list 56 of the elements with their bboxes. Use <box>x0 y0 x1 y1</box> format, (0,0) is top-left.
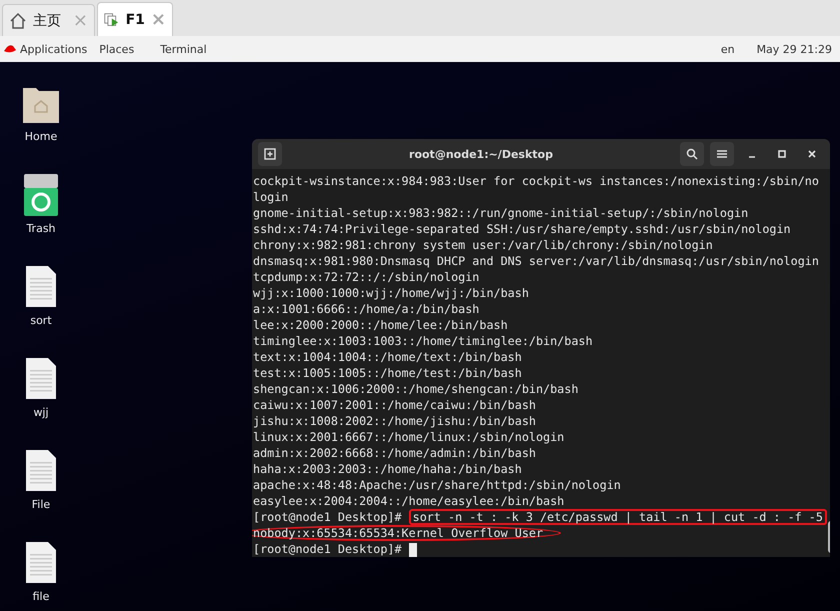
terminal-line: caiwu:x:1007:2001::/home/caiwu:/bin/bash <box>253 397 536 413</box>
hat-logo-icon <box>4 45 16 53</box>
maximize-icon <box>778 150 786 158</box>
terminal-line: test:x:1005:1005::/home/test:/bin/bash <box>253 365 522 381</box>
terminal-line: haha:x:2003:2003::/home/haha:/bin/bash <box>253 461 522 477</box>
shell-prompt: [root@node1 Desktop]# <box>253 542 402 556</box>
text-file-icon <box>25 357 57 400</box>
terminal-line: login <box>253 189 288 205</box>
window-title: root@node1:~/Desktop <box>408 148 554 160</box>
command-output: nobody:x:65534:65534:Kernel Overflow User <box>252 525 562 541</box>
terminal-line: linux:x:2001:6667::/home/linux:/sbin/nologin <box>253 429 564 445</box>
terminal-line: chrony:x:982:981:chrony system user:/var/lib/chrony:/sbin/nologin <box>253 237 713 253</box>
terminal-line: wjj:x:1000:1000:wjj:/home/wjj:/bin/bash <box>253 285 529 301</box>
terminal-line: cockpit-wsinstance:x:984:983:User for cockpit-ws instances:/nonexisting:/sbin/no <box>253 173 819 189</box>
text-file-icon <box>25 265 57 308</box>
terminal-line: lee:x:2000:2000::/home/lee:/bin/bash <box>253 317 508 333</box>
close-icon <box>808 150 816 158</box>
terminal-line: shengcan:x:1006:2000::/home/shengcan:/bin/bash <box>253 381 578 397</box>
new-tab-icon <box>264 148 276 160</box>
text-cursor <box>408 542 417 557</box>
text-file-icon <box>25 541 57 584</box>
menu-icon <box>717 149 727 159</box>
desktop-icon-label[interactable]: Trash <box>26 222 56 235</box>
menu-item[interactable]: Applications <box>20 42 88 56</box>
browser-tab[interactable]: 主页 × <box>2 4 95 36</box>
desktop-icon-label[interactable]: Home <box>24 130 58 143</box>
desktop-icon-label[interactable]: File <box>32 498 50 511</box>
shell-prompt: [root@node1 Desktop]# <box>253 510 402 524</box>
terminal-line: text:x:1004:1004::/home/text:/bin/bash <box>253 349 522 365</box>
command-text: sort -n -t : -k 3 /etc/passwd | tail -n 1 | cut -d : -f -5 <box>408 509 827 525</box>
desktop-icon-label[interactable]: wjj <box>33 406 49 419</box>
terminal-line: timinglee:x:1003:1003::/home/timinglee:/bin/bash <box>253 333 593 349</box>
text-file-icon <box>25 449 57 492</box>
menu-item[interactable]: Terminal <box>160 42 207 56</box>
language-indicator[interactable]: en <box>720 42 735 56</box>
desktop-icon-label[interactable]: sort <box>30 314 52 327</box>
browser-tab[interactable]: F1 × <box>97 2 173 36</box>
home-icon <box>9 12 27 30</box>
menu-button[interactable] <box>710 142 734 166</box>
clock[interactable]: May 29 21:29 <box>756 42 832 56</box>
new-tab-button[interactable] <box>258 142 282 166</box>
menu-item[interactable]: Places <box>99 42 134 56</box>
desktop-icon-label[interactable]: file <box>32 590 50 603</box>
search-button[interactable] <box>680 142 704 166</box>
terminal-line: a:x:1001:6666::/home/a:/bin/bash <box>253 301 480 317</box>
terminal-line: sshd:x:74:74:Privilege-separated SSH:/usr/share/empty.sshd:/usr/sbin/nologin <box>253 221 791 237</box>
search-icon <box>686 148 698 160</box>
terminal-line: dnsmasq:x:981:980:Dnsmasq DHCP and DNS server:/var/lib/dnsmasq:/usr/sbin/nologin <box>253 253 819 269</box>
terminal-line: apache:x:48:48:Apache:/usr/share/httpd:/sbin/nologin <box>253 477 621 493</box>
terminal-line: gnome-initial-setup:x:983:982::/run/gnome-initial-setup/:/sbin/nologin <box>253 205 748 221</box>
terminal-line: jishu:x:1008:2002::/home/jishu:/bin/bash <box>253 413 536 429</box>
terminal-line: tcpdump:x:72:72::/:/sbin/nologin <box>253 269 480 285</box>
console-icon <box>104 10 120 28</box>
terminal-line: easylee:x:2004:2004::/home/easylee:/bin/bash <box>253 493 564 509</box>
recycle-bin-icon <box>24 174 58 216</box>
terminal-line: admin:x:2002:6668::/home/admin:/bin/bash <box>253 445 536 461</box>
